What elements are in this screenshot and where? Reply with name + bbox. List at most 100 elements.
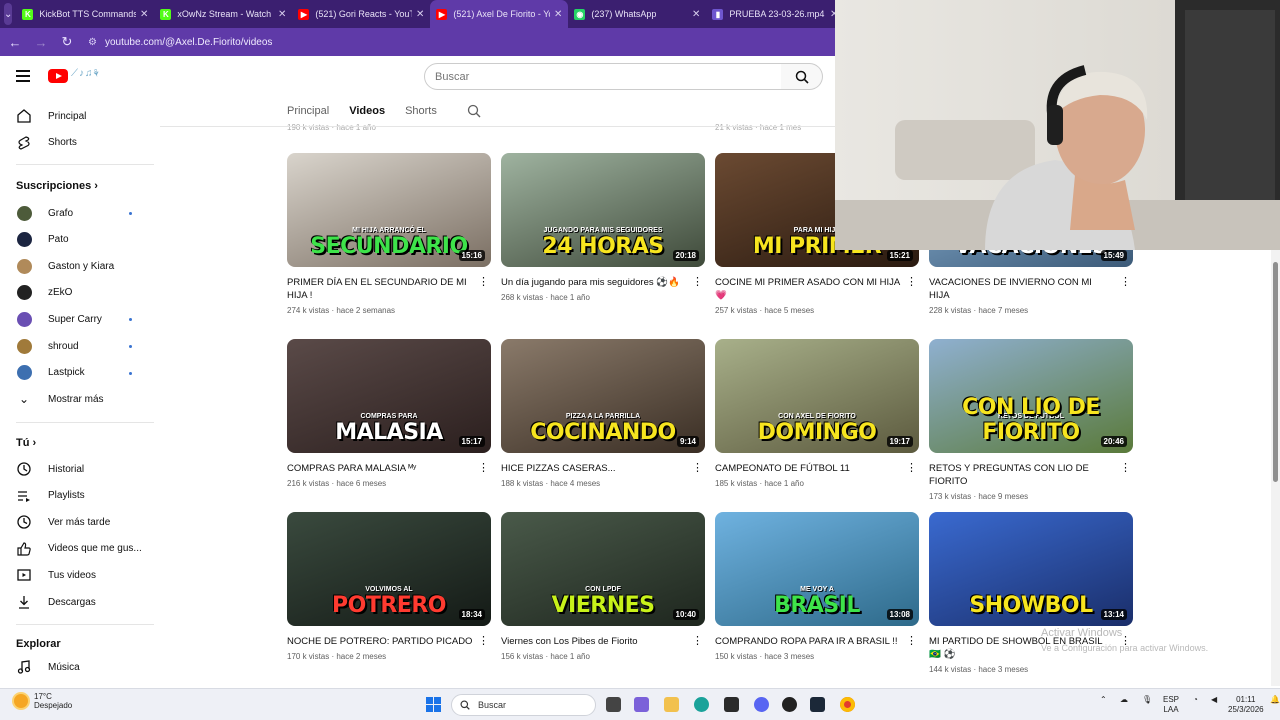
tab-close-icon[interactable]: ✕ (692, 9, 700, 20)
video-title[interactable]: Un día jugando para mis seguidores ⚽🔥 ⋮ (501, 276, 705, 289)
video-title[interactable]: PRIMER DÍA EN EL SECUNDARIO DE MI HIJA !… (287, 276, 491, 302)
weather-widget[interactable]: 17°C Despejado (14, 692, 72, 710)
video-card[interactable]: CON AXEL DE FIORITO DOMINGO 19:17 CAMPEONAT… (715, 339, 919, 488)
more-options-icon[interactable]: ⋮ (1120, 462, 1131, 475)
tab-shorts[interactable]: Shorts (405, 105, 437, 117)
sidebar-item-watch-later[interactable]: Ver más tarde (16, 512, 110, 532)
video-card[interactable]: CON LPDF VIERNES 10:40 Viernes con Los Pibe… (501, 512, 705, 661)
video-card[interactable]: PIZZA A LA PARRILLA COCINANDO 9:14 HICE PIZ… (501, 339, 705, 488)
site-info-icon[interactable]: ⚙ (88, 37, 97, 48)
browser-tab[interactable]: ▶ (521) Gori Reacts - YouTu ✕ (292, 0, 430, 28)
sidebar-item-subscription[interactable]: Super Carry (16, 309, 102, 329)
forward-icon[interactable]: → (30, 35, 52, 50)
video-title[interactable]: VACACIONES DE INVIERNO CON MI HIJA ⋮ (929, 276, 1133, 302)
edge-icon[interactable] (694, 697, 709, 712)
scrollbar-thumb[interactable] (1273, 262, 1278, 482)
you-heading[interactable]: Tú › (16, 437, 36, 449)
tab-close-icon[interactable]: ✕ (416, 9, 424, 20)
browser-tab[interactable]: K KickBot TTS Commands ✕ (16, 0, 154, 28)
steam-icon[interactable] (810, 697, 825, 712)
sidebar-item-subscription[interactable]: Lastpick (16, 363, 85, 383)
video-thumbnail[interactable]: CON AXEL DE FIORITO DOMINGO 19:17 (715, 339, 919, 453)
obs-icon[interactable] (782, 697, 797, 712)
video-thumbnail[interactable]: CON LPDF VIERNES 10:40 (501, 512, 705, 626)
more-options-icon[interactable]: ⋮ (692, 635, 703, 648)
channel-search-icon[interactable] (467, 104, 481, 118)
chrome-icon[interactable] (840, 697, 855, 712)
tray-chevron-icon[interactable]: ⌃ (1100, 695, 1107, 705)
volume-icon[interactable]: ◀ (1211, 695, 1217, 705)
sidebar-item-subscription[interactable]: Grafo (16, 203, 73, 223)
file-explorer-icon[interactable] (664, 697, 679, 712)
notifications-icon[interactable]: 🔔 (1270, 695, 1280, 705)
copilot-icon[interactable] (634, 697, 649, 712)
windows-start-icon[interactable] (426, 697, 441, 712)
sidebar-item-subscription[interactable]: shroud (16, 336, 79, 356)
video-card[interactable]: VOLVIMOS AL POTRERO 18:34 NOCHE DE POTRERO:… (287, 512, 491, 661)
url-field[interactable]: ⚙ youtube.com/@Axel.De.Fiorito/videos (88, 32, 827, 52)
tab-close-icon[interactable]: ✕ (554, 9, 562, 20)
video-title[interactable]: COMPRAS PARA MALASIA ᴹʸ ⋮ (287, 462, 491, 475)
sidebar-item-downloads[interactable]: Descargas (16, 592, 96, 612)
network-icon[interactable]: ☁ (1120, 695, 1128, 705)
discord-icon[interactable] (754, 697, 769, 712)
sidebar-item-your-videos[interactable]: Tus videos (16, 565, 96, 585)
tab-close-icon[interactable]: ✕ (278, 9, 286, 20)
more-options-icon[interactable]: ⋮ (906, 462, 917, 475)
search-button[interactable] (781, 63, 823, 90)
sidebar-item-principal[interactable]: Principal (16, 106, 86, 126)
video-title[interactable]: NOCHE DE POTRERO: PARTIDO PICADO ⋮ (287, 635, 491, 648)
menu-icon[interactable] (16, 70, 30, 82)
sidebar-item-shorts[interactable]: Shorts (16, 133, 77, 153)
mic-icon[interactable]: 🎙 (1142, 695, 1152, 705)
video-card[interactable]: RETOS DE FUTBOL CON LIO DE FIORITO 20:46 RE… (929, 339, 1133, 501)
video-thumbnail[interactable]: COMPRAS PARA MALASIA 15:17 (287, 339, 491, 453)
video-title[interactable]: Viernes con Los Pibes de Fiorito ⋮ (501, 635, 705, 648)
more-options-icon[interactable]: ⋮ (478, 635, 489, 648)
video-title[interactable]: COMPRANDO ROPA PARA IR A BRASIL !! ⋮ (715, 635, 919, 648)
video-card[interactable]: ME VOY A BRASIL 13:08 COMPRANDO ROPA PARA I… (715, 512, 919, 661)
sidebar-item-playlists[interactable]: Playlists (16, 486, 85, 506)
sidebar-item-liked[interactable]: Videos que me gus... (16, 539, 142, 559)
video-card[interactable]: COMPRAS PARA MALASIA 15:17 COMPRAS PARA MAL… (287, 339, 491, 488)
subscriptions-heading[interactable]: Suscripciones › (16, 180, 98, 192)
video-title[interactable]: CAMPEONATO DE FÚTBOL 11 ⋮ (715, 462, 919, 475)
video-card[interactable]: MI HIJA ARRANCÓ EL SECUNDARIO 15:16 PRIMER … (287, 153, 491, 315)
video-title[interactable]: RETOS Y PREGUNTAS CON LIO DE FIORITO ⋮ (929, 462, 1133, 488)
more-options-icon[interactable]: ⋮ (478, 276, 489, 289)
back-icon[interactable]: ← (4, 35, 26, 50)
more-options-icon[interactable]: ⋮ (692, 462, 703, 475)
video-thumbnail[interactable]: RETOS DE FUTBOL CON LIO DE FIORITO 20:46 (929, 339, 1133, 453)
wifi-icon[interactable]: ◔ (1193, 695, 1198, 705)
video-thumbnail[interactable]: ME VOY A BRASIL 13:08 (715, 512, 919, 626)
store-icon[interactable] (724, 697, 739, 712)
video-card[interactable]: JUGANDO PARA MIS SEGUIDORES 24 HORAS 20:18… (501, 153, 705, 302)
page-scrollbar[interactable] (1271, 250, 1280, 686)
video-thumbnail[interactable]: SHOWBOL 13:14 (929, 512, 1133, 626)
search-input[interactable]: Buscar (424, 63, 782, 90)
browser-tab[interactable]: ◉ (237) WhatsApp ✕ (568, 0, 706, 28)
video-thumbnail[interactable]: JUGANDO PARA MIS SEGUIDORES 24 HORAS 20:18 (501, 153, 705, 267)
video-title[interactable]: COCINE MI PRIMER ASADO CON MI HIJA 💗 ⋮ (715, 276, 919, 302)
video-thumbnail[interactable]: MI HIJA ARRANCÓ EL SECUNDARIO 15:16 (287, 153, 491, 267)
more-options-icon[interactable]: ⋮ (906, 635, 917, 648)
reload-icon[interactable]: ↻ (56, 34, 78, 50)
more-options-icon[interactable]: ⋮ (478, 462, 489, 475)
tab-close-icon[interactable]: ✕ (140, 9, 148, 20)
browser-tab[interactable]: ▶ (521) Axel De Fiorito - You ✕ (430, 0, 569, 28)
sidebar-item-music[interactable]: Música (16, 657, 80, 677)
sidebar-item-subscription[interactable]: Pato (16, 230, 69, 250)
task-view-icon[interactable] (606, 697, 621, 712)
more-options-icon[interactable]: ⋮ (692, 276, 703, 289)
sidebar-item-history[interactable]: Historial (16, 459, 84, 479)
browser-tab[interactable]: ▮PRUEBA 23-03-26.mp4 - G✕ (706, 0, 844, 28)
tab-principal[interactable]: Principal (287, 105, 329, 117)
language-indicator[interactable]: ESP LAA (1163, 695, 1179, 715)
more-options-icon[interactable]: ⋮ (1120, 276, 1131, 289)
video-title[interactable]: HICE PIZZAS CASERAS... ⋮ (501, 462, 705, 475)
youtube-logo[interactable] (48, 69, 68, 83)
tab-videos[interactable]: Videos (349, 105, 385, 117)
video-thumbnail[interactable]: VOLVIMOS AL POTRERO 18:34 (287, 512, 491, 626)
tab-search-button[interactable]: ⌄ (4, 3, 13, 25)
taskbar-search[interactable]: Buscar (451, 694, 596, 716)
